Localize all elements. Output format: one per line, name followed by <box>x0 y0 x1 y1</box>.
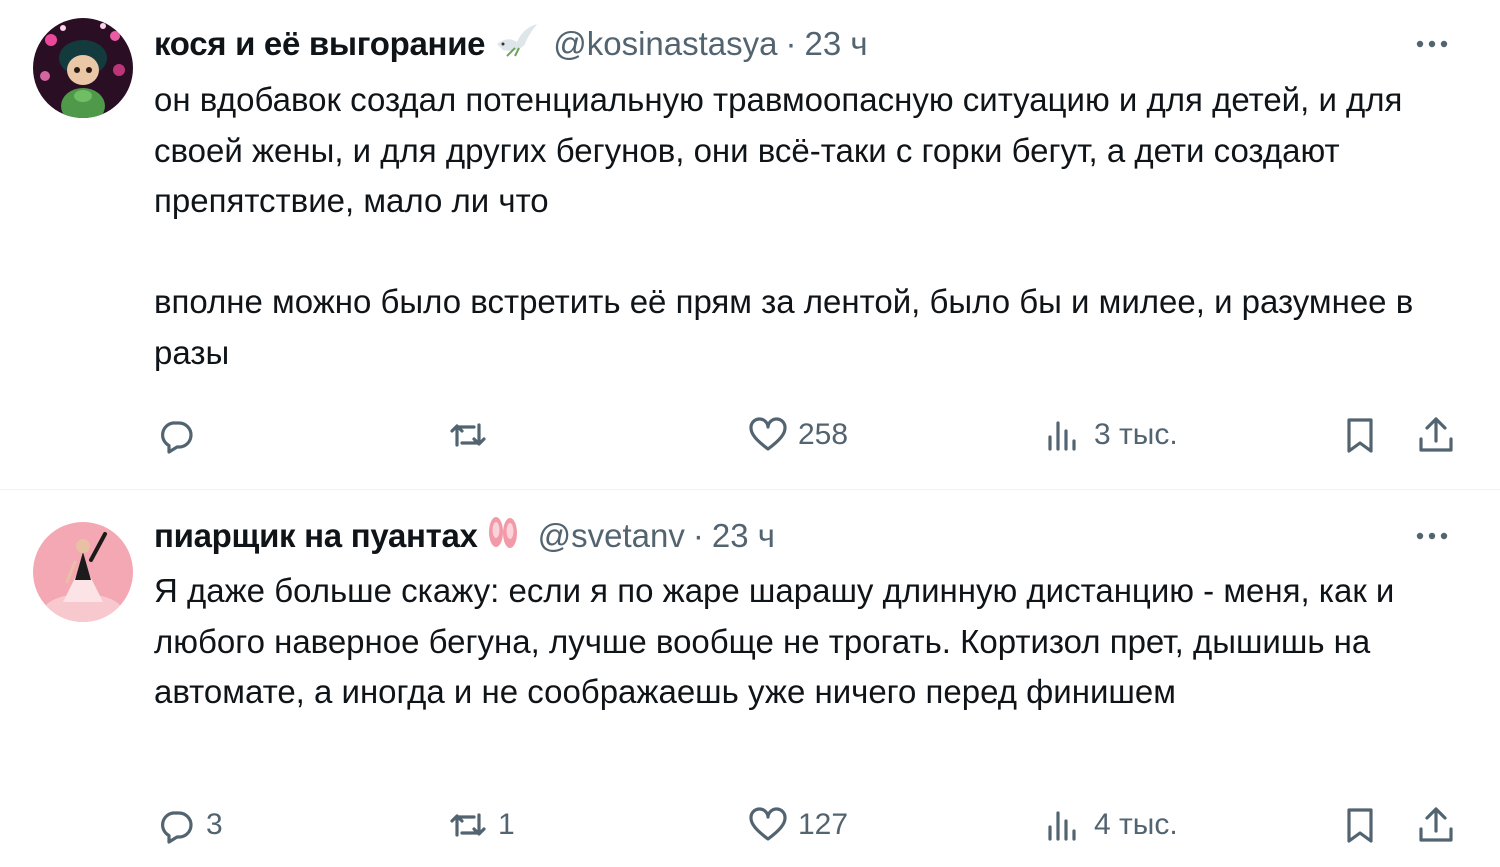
like-button[interactable]: 258 <box>748 410 848 460</box>
ballet-shoes-emoji <box>484 512 522 560</box>
reply-icon <box>161 421 193 454</box>
repost-icon <box>450 813 486 837</box>
repost-count: 1 <box>498 808 515 841</box>
views-button[interactable]: 3 тыс. <box>1044 410 1178 460</box>
tweet-paragraph: он вдобавок создал потенциальную травмоо… <box>154 81 1403 219</box>
share-icon <box>1419 417 1453 452</box>
share-button[interactable] <box>1416 410 1456 460</box>
author-handle[interactable]: @kosinastasya <box>553 25 777 63</box>
like-button[interactable]: 127 <box>748 800 848 850</box>
tweet[interactable]: пиарщик на пуантах @svetanv · 23 ч Я даж… <box>0 490 1500 867</box>
bookmark-icon <box>1347 418 1373 453</box>
tweet-text: он вдобавок создал потенциальную травмоо… <box>154 75 1474 378</box>
heart-icon <box>749 417 787 451</box>
separator: · <box>785 25 797 62</box>
author-handle[interactable]: @svetanv <box>538 517 685 555</box>
heart-icon <box>749 807 787 841</box>
timestamp[interactable]: 23 ч <box>712 517 775 555</box>
bookmark-button[interactable] <box>1340 800 1380 850</box>
bookmark-button[interactable] <box>1340 410 1380 460</box>
views-icon <box>1048 421 1076 451</box>
tweet-actions: 258 3 тыс. <box>154 410 1460 460</box>
tweet-paragraph: Я даже больше скажу: если я по жаре шара… <box>154 572 1395 710</box>
dove-emoji <box>493 22 539 66</box>
tweet-actions: 3 1 127 4 тыс. <box>154 800 1460 850</box>
like-count: 258 <box>798 418 849 451</box>
views-button[interactable]: 4 тыс. <box>1044 800 1178 850</box>
more-options-icon[interactable] <box>1412 516 1452 556</box>
views-count: 3 тыс. <box>1094 418 1178 451</box>
tweet[interactable]: кося и её выгорание @kosinastasya · 23 ч… <box>0 0 1500 490</box>
like-count: 127 <box>798 808 849 841</box>
tweet-text: Я даже больше скажу: если я по жаре шара… <box>154 566 1474 718</box>
reply-button[interactable]: 3 <box>156 800 223 850</box>
views-count: 4 тыс. <box>1094 808 1178 841</box>
more-options-icon[interactable] <box>1412 24 1452 64</box>
tweet-header: пиарщик на пуантах @svetanv · 23 ч <box>154 511 775 561</box>
share-button[interactable] <box>1416 800 1456 850</box>
bookmark-icon <box>1347 808 1373 843</box>
author-name[interactable]: кося и её выгорание <box>154 25 486 63</box>
author-name[interactable]: пиарщик на пуантах <box>154 517 478 555</box>
tweet-header: кося и её выгорание @kosinastasya · 23 ч <box>154 19 868 69</box>
repost-button[interactable]: 1 <box>448 800 515 850</box>
share-icon <box>1419 807 1453 842</box>
repost-button[interactable] <box>448 410 498 460</box>
repost-icon <box>450 423 486 447</box>
reply-count: 3 <box>206 808 223 841</box>
avatar[interactable] <box>33 522 133 622</box>
timestamp[interactable]: 23 ч <box>805 25 868 63</box>
avatar[interactable] <box>33 18 133 118</box>
views-icon <box>1048 811 1076 841</box>
reply-button[interactable] <box>156 410 206 460</box>
tweet-paragraph: вполне можно было встретить её прям за л… <box>154 283 1414 371</box>
separator: · <box>692 517 704 554</box>
reply-icon <box>161 811 193 844</box>
